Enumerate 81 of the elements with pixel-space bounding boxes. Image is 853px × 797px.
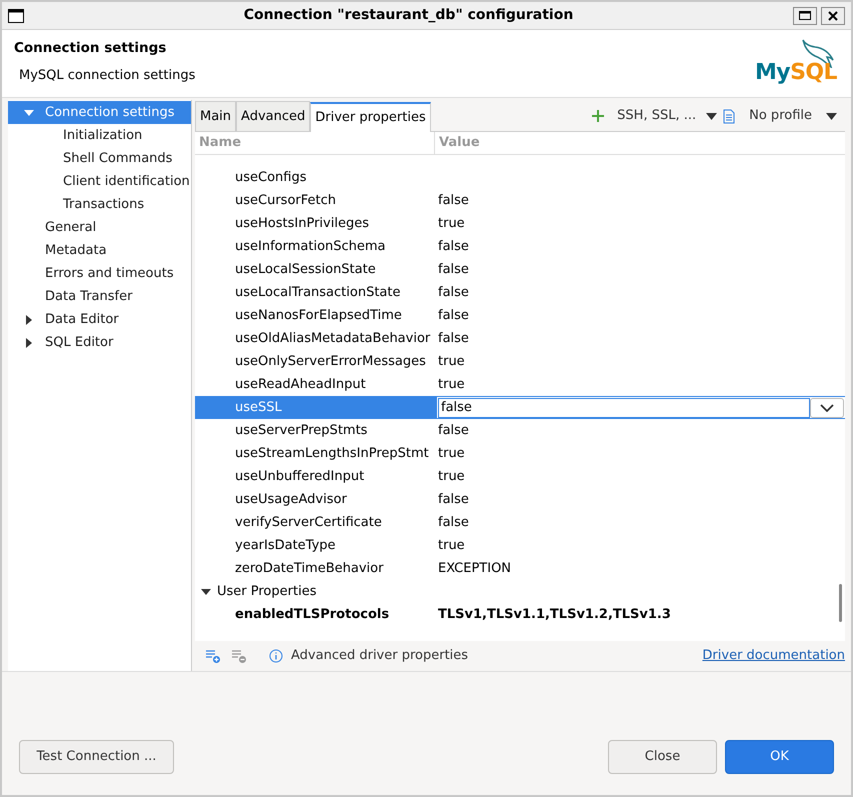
property-name[interactable]: useLocalTransactionState xyxy=(195,281,437,304)
dropdown-arrow-icon xyxy=(826,112,837,120)
dropdown-button[interactable] xyxy=(810,398,844,418)
tree-item[interactable]: Initialization xyxy=(8,124,191,147)
property-name[interactable]: useInformationSchema xyxy=(195,235,437,258)
tree-item[interactable]: Transactions xyxy=(8,193,191,216)
tab[interactable]: Main xyxy=(195,101,236,131)
remove-row-icon[interactable] xyxy=(231,648,247,664)
expanded-arrow-icon[interactable] xyxy=(201,586,211,596)
documentation-link[interactable]: Driver documentation xyxy=(702,646,845,666)
tree-item[interactable]: General xyxy=(8,216,191,239)
property-value: false xyxy=(437,514,469,532)
property-name[interactable]: useUnbufferedInput xyxy=(195,465,437,488)
info-icon xyxy=(269,649,283,663)
property-name[interactable]: useLocalSessionState xyxy=(195,258,437,281)
property-name[interactable]: enabledTLSProtocols xyxy=(195,604,437,624)
mysql-logo: MySQL xyxy=(754,62,837,84)
property-value: false xyxy=(437,330,469,348)
tab[interactable]: Advanced xyxy=(236,101,310,131)
property-value: TLSv1,TLSv1.1,TLSv1.2,TLSv1.3 xyxy=(437,606,671,624)
property-name[interactable]: useSSL xyxy=(195,396,437,419)
property-name[interactable]: useServerPrepStmts xyxy=(195,419,437,442)
info-text: Advanced driver properties xyxy=(291,647,468,666)
tree-item[interactable]: Data Editor xyxy=(8,308,191,331)
property-name[interactable]: useUsageAdvisor xyxy=(195,488,437,511)
test-connection-button[interactable]: Test Connection ... xyxy=(19,740,174,774)
property-value: true xyxy=(437,536,465,555)
property-name[interactable]: yearIsDateType xyxy=(195,534,437,557)
tree-item[interactable]: Data Transfer xyxy=(8,285,191,308)
property-value: false xyxy=(437,306,469,325)
window-title: Connection "restaurant_db" configuration xyxy=(242,6,574,25)
window-menu-icon[interactable] xyxy=(8,8,24,22)
tree-item[interactable]: Client identification xyxy=(8,170,191,193)
tree-item[interactable]: Connection settings xyxy=(8,101,191,124)
ok-button[interactable]: OK xyxy=(725,740,834,774)
property-value: true xyxy=(437,214,465,233)
property-value: false xyxy=(437,284,469,302)
property-name[interactable]: zeroDateTimeBehavior xyxy=(195,557,437,580)
collapsed-arrow-icon[interactable] xyxy=(24,314,34,324)
maximize-button[interactable] xyxy=(793,6,817,24)
property-value: true xyxy=(437,352,465,371)
property-value: false xyxy=(437,260,469,279)
collapsed-arrow-icon[interactable] xyxy=(24,338,34,348)
property-name[interactable]: useCursorFetch xyxy=(195,189,437,212)
value-field[interactable]: false xyxy=(438,398,810,418)
tab[interactable]: Driver properties xyxy=(310,102,431,132)
property-name[interactable]: useHostsInPrivileges xyxy=(195,212,437,235)
add-row-icon[interactable] xyxy=(205,648,221,664)
group-label: User Properties xyxy=(217,582,316,601)
property-value: true xyxy=(437,468,465,486)
close-button[interactable] xyxy=(821,6,845,24)
profile-dropdown[interactable]: No profile xyxy=(749,106,837,126)
property-name[interactable]: useConfigs xyxy=(195,166,437,189)
property-name[interactable]: verifyServerCertificate xyxy=(195,511,437,534)
property-name[interactable]: useOnlyServerErrorMessages xyxy=(195,350,437,373)
page-title: Connection settings xyxy=(14,39,168,58)
document-icon[interactable] xyxy=(723,108,736,124)
property-name[interactable]: useNanosForElapsedTime xyxy=(195,304,437,327)
property-name[interactable]: useOldAliasMetadataBehavior xyxy=(195,327,437,350)
maximize-icon xyxy=(799,11,811,20)
tree-item[interactable]: SQL Editor xyxy=(8,331,191,354)
property-value: false xyxy=(437,422,469,440)
tree-item[interactable]: Errors and timeouts xyxy=(8,262,191,285)
close-icon xyxy=(828,10,838,20)
property-value: false xyxy=(437,238,469,256)
property-value: EXCEPTION xyxy=(437,560,512,578)
scrollbar[interactable] xyxy=(839,584,842,622)
page-subtitle: MySQL connection settings xyxy=(19,67,196,86)
tree-item[interactable]: Shell Commands xyxy=(8,147,191,170)
property-value: false xyxy=(437,490,469,509)
dropdown-arrow-icon xyxy=(706,112,718,120)
chevron-down-icon xyxy=(820,404,834,412)
property-value: true xyxy=(437,444,465,463)
property-name[interactable]: useStreamLengthsInPrepStmt xyxy=(195,442,437,465)
close-dialog-button[interactable]: Close xyxy=(608,740,717,774)
tree-item[interactable]: Metadata xyxy=(8,239,191,262)
property-value: false xyxy=(437,192,469,210)
network-dropdown[interactable]: SSH, SSL, ... xyxy=(617,106,718,126)
plus-icon[interactable] xyxy=(591,109,606,123)
property-name[interactable]: useReadAheadInput xyxy=(195,373,437,396)
property-value: true xyxy=(437,376,465,394)
